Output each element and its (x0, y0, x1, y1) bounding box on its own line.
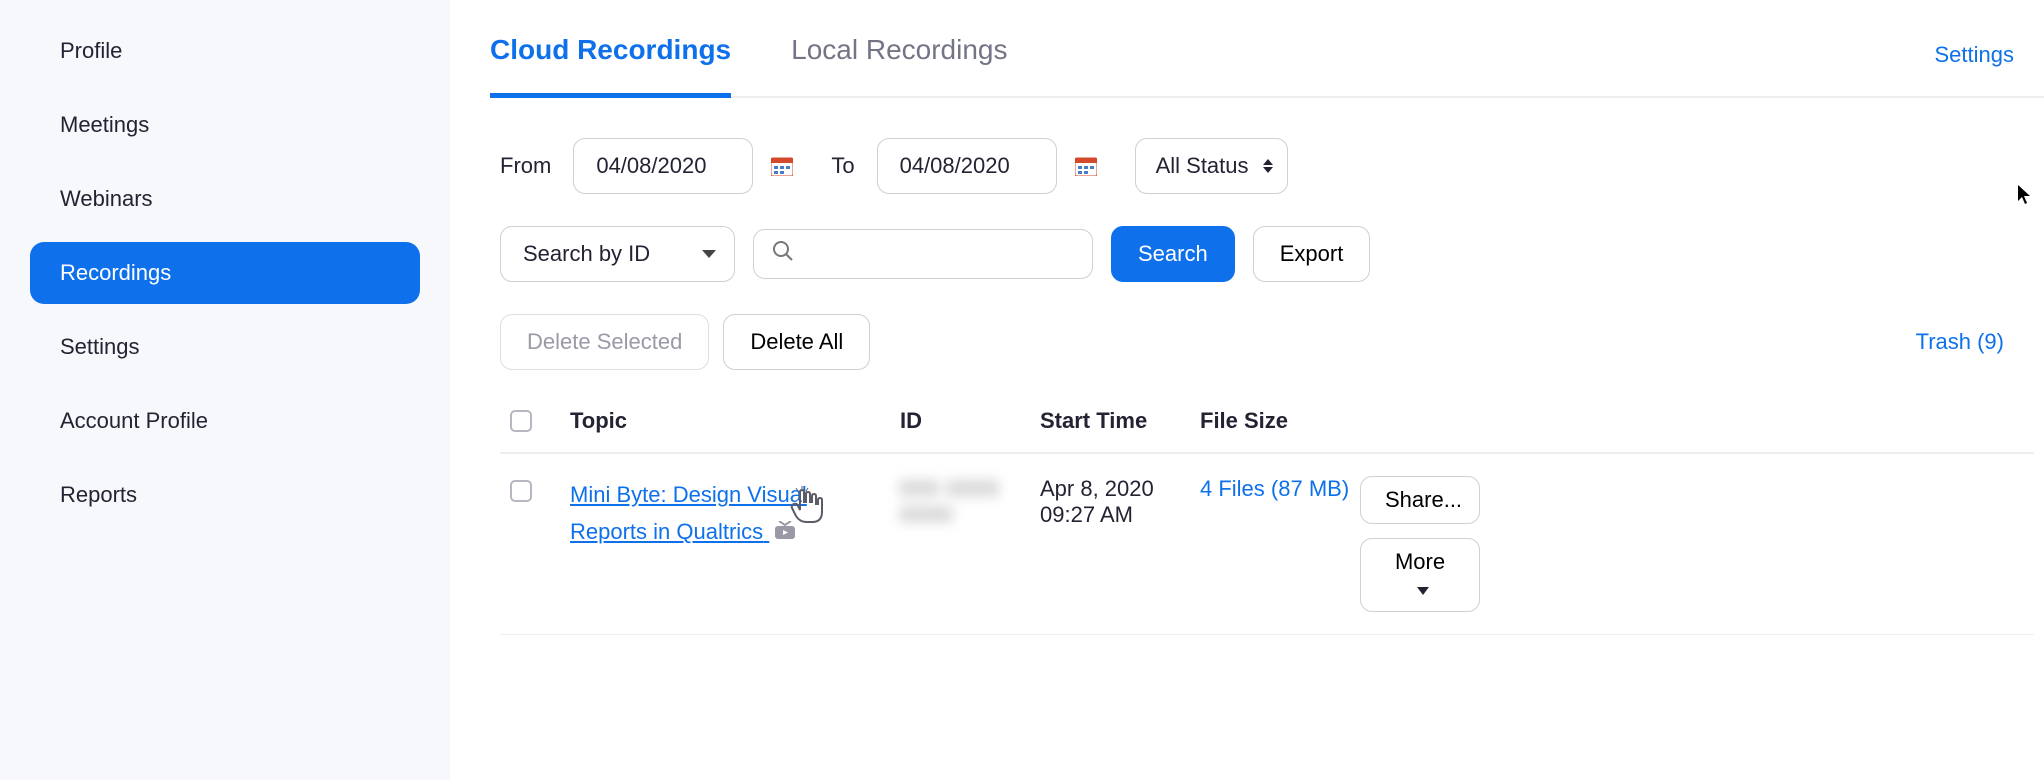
table-row: Mini Byte: Design Visual Reports in Qual… (500, 454, 2034, 635)
delete-all-button[interactable]: Delete All (723, 314, 870, 370)
recording-file-size[interactable]: 4 Files (87 MB) (1200, 476, 1360, 612)
delete-selected-button[interactable]: Delete Selected (500, 314, 709, 370)
export-button[interactable]: Export (1253, 226, 1371, 282)
to-label: To (831, 153, 854, 179)
sidebar-item-meetings[interactable]: Meetings (30, 94, 420, 156)
select-all-checkbox[interactable] (510, 410, 532, 432)
table-header: Topic ID Start Time File Size (500, 390, 2034, 454)
recordings-table: Topic ID Start Time File Size Mini Byte:… (500, 390, 2034, 635)
search-icon (772, 240, 794, 268)
tab-cloud-recordings[interactable]: Cloud Recordings (490, 20, 731, 96)
recording-topic-link[interactable]: Mini Byte: Design Visual Reports in Qual… (570, 476, 900, 612)
sidebar-item-label: Meetings (60, 112, 149, 137)
tab-label: Cloud Recordings (490, 34, 731, 65)
status-select[interactable]: All Status (1135, 138, 1288, 194)
sidebar-item-label: Recordings (60, 260, 171, 285)
chevron-down-icon (702, 250, 716, 258)
sidebar-item-profile[interactable]: Profile (30, 20, 420, 82)
share-button[interactable]: Share... (1360, 476, 1480, 524)
recording-id: 000 0000 0000 (900, 476, 1040, 612)
status-value: All Status (1156, 153, 1249, 179)
calendar-icon[interactable] (1075, 156, 1097, 176)
sidebar-item-label: Reports (60, 482, 137, 507)
sidebar-item-label: Settings (60, 334, 140, 359)
tab-label: Local Recordings (791, 34, 1007, 65)
trash-link[interactable]: Trash (9) (1916, 329, 2004, 355)
tabs-row: Cloud Recordings Local Recordings Settin… (490, 20, 2044, 98)
tv-icon (775, 522, 795, 544)
sidebar-item-label: Profile (60, 38, 122, 63)
search-input-wrap[interactable] (753, 229, 1093, 279)
topic-text: Mini Byte: Design Visual Reports in Qual… (570, 482, 807, 544)
tabs: Cloud Recordings Local Recordings (490, 20, 1007, 96)
sidebar-item-recordings[interactable]: Recordings (30, 242, 420, 304)
sidebar: Profile Meetings Webinars Recordings Set… (0, 0, 450, 780)
search-input[interactable] (804, 243, 1074, 266)
settings-link[interactable]: Settings (1935, 20, 2015, 68)
tab-local-recordings[interactable]: Local Recordings (791, 20, 1007, 96)
chevron-down-icon (1417, 575, 1429, 600)
search-by-select[interactable]: Search by ID (500, 226, 735, 282)
sidebar-item-reports[interactable]: Reports (30, 464, 420, 526)
col-topic: Topic (570, 408, 900, 434)
col-size: File Size (1200, 408, 1360, 434)
search-by-value: Search by ID (523, 241, 650, 267)
filters: From To All Status (490, 98, 2044, 645)
to-date-input[interactable] (877, 138, 1057, 194)
search-button[interactable]: Search (1111, 226, 1235, 282)
sidebar-item-webinars[interactable]: Webinars (30, 168, 420, 230)
sidebar-item-label: Webinars (60, 186, 153, 211)
main-content: Cloud Recordings Local Recordings Settin… (450, 0, 2044, 780)
sidebar-item-settings[interactable]: Settings (30, 316, 420, 378)
recording-start-time: Apr 8, 2020 09:27 AM (1040, 476, 1200, 612)
from-label: From (500, 153, 551, 179)
calendar-icon[interactable] (771, 156, 793, 176)
more-button[interactable]: More (1360, 538, 1480, 612)
col-id: ID (900, 408, 1040, 434)
from-date-input[interactable] (573, 138, 753, 194)
col-start: Start Time (1040, 408, 1200, 434)
sidebar-item-account-profile[interactable]: Account Profile (30, 390, 420, 452)
sidebar-item-label: Account Profile (60, 408, 208, 433)
select-arrows-icon (1263, 159, 1273, 173)
row-checkbox[interactable] (510, 480, 532, 502)
